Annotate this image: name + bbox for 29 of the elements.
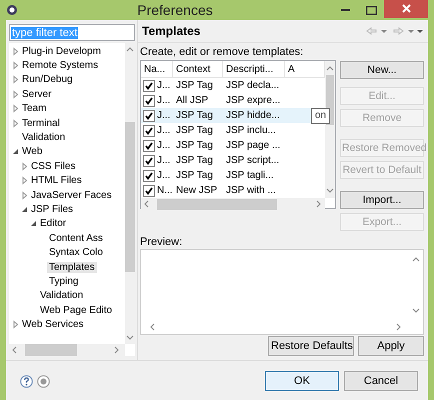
table-cell-text: JSP page ... [225, 140, 282, 151]
description-text: Create, edit or remove templates: [140, 46, 304, 60]
table-cell-text: JSP Tag [175, 140, 214, 151]
table-cell-text: JSP tagli... [225, 170, 275, 181]
table-cell-text: JSP Tag [175, 170, 214, 181]
table-cell: J... [157, 140, 170, 151]
table-cell-text: JSP decla... [225, 80, 280, 91]
table-cell-text: All JSP [175, 95, 210, 106]
table-cell-text: JSP Tag [175, 155, 214, 166]
table-cell-text: JSP hidde... [225, 110, 281, 121]
table-cell-text: JSP with ... [225, 185, 277, 196]
table-cell-text: JSP Tag [175, 125, 214, 136]
table-cell-text: JSP Tag [175, 110, 214, 121]
table-cell: J... [157, 170, 170, 181]
table-cell-text: JSP inclu... [225, 125, 277, 136]
table-cell: J... [157, 155, 170, 166]
table-cell-text: JSP script... [225, 155, 280, 166]
table-cell-text: JSP Tag [175, 80, 214, 91]
table-cell: N... [157, 185, 173, 196]
window-title: Preferences [136, 2, 214, 18]
table-cell: J... [157, 95, 170, 106]
page-title: Templates [142, 24, 202, 38]
table-cell-text: New JSP [175, 185, 218, 196]
tooltip: on [311, 108, 330, 124]
table-cell: J... [157, 80, 170, 91]
table-cell: J... [157, 125, 170, 136]
preview-label: Preview: [140, 236, 184, 249]
table-cell: J... [157, 110, 170, 121]
table-cell-text: JSP expre... [225, 95, 282, 106]
